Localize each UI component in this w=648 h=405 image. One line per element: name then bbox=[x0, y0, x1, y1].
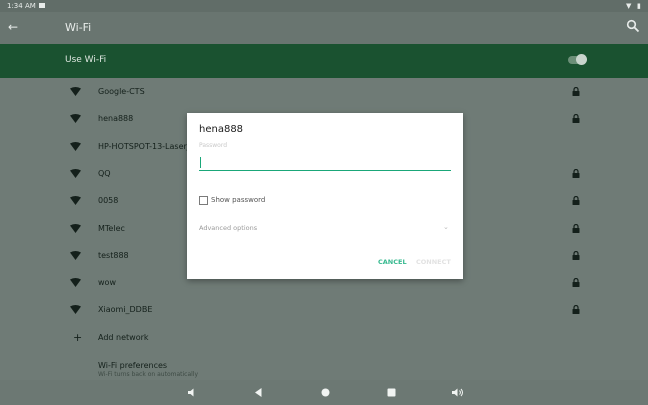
network-ssid: HP-HOTSPOT-13-LaserJet bbox=[98, 141, 198, 151]
add-network-row[interactable]: + Add network bbox=[0, 325, 648, 352]
lock-icon bbox=[572, 196, 580, 206]
wifi-signal-icon bbox=[70, 87, 81, 96]
battery-icon: ▮ bbox=[637, 2, 641, 10]
wifi-signal-icon bbox=[70, 278, 81, 288]
password-input[interactable] bbox=[199, 156, 451, 171]
wifi-signal-icon bbox=[70, 223, 81, 233]
chevron-down-icon[interactable]: ⌄ bbox=[443, 223, 449, 231]
dialog-title: hena888 bbox=[199, 124, 244, 135]
password-hint: Password bbox=[199, 142, 228, 149]
wifi-signal-icon: ▼ bbox=[626, 2, 632, 10]
network-row[interactable]: Xiaomi_DDBE bbox=[0, 297, 648, 324]
lock-icon bbox=[572, 305, 580, 315]
lock-icon bbox=[572, 250, 580, 260]
wifi-signal-icon bbox=[70, 114, 81, 124]
advanced-options[interactable]: Advanced options bbox=[199, 224, 257, 232]
network-ssid: 0058 bbox=[98, 196, 119, 206]
navigation-bar bbox=[0, 380, 648, 405]
page-title: Wi-Fi bbox=[65, 21, 92, 34]
wifi-signal-icon bbox=[70, 305, 81, 315]
network-ssid: hena888 bbox=[98, 114, 134, 124]
network-ssid: Google-CTS bbox=[98, 87, 145, 96]
use-wifi-row[interactable]: Use Wi-Fi bbox=[0, 44, 648, 78]
status-bar: 1:34 AM ▼ ▮ bbox=[0, 0, 648, 12]
text-cursor bbox=[200, 157, 201, 168]
network-ssid: Xiaomi_DDBE bbox=[98, 305, 153, 315]
wifi-password-dialog: hena888 Password Show password Advanced … bbox=[187, 113, 463, 279]
search-icon[interactable] bbox=[626, 19, 640, 33]
network-ssid: test888 bbox=[98, 250, 129, 260]
wifi-signal-icon bbox=[70, 168, 81, 178]
lock-icon bbox=[572, 168, 580, 178]
add-network-label: Add network bbox=[98, 333, 149, 342]
show-password-label[interactable]: Show password bbox=[211, 196, 265, 204]
recents-nav-icon[interactable] bbox=[385, 386, 398, 399]
wifi-preferences-subtitle: Wi-Fi turns back on automatically bbox=[98, 371, 199, 378]
connect-button[interactable]: CONNECT bbox=[416, 258, 451, 266]
lock-icon bbox=[572, 87, 580, 96]
back-arrow-icon[interactable]: ← bbox=[8, 20, 18, 34]
plus-icon: + bbox=[73, 331, 83, 344]
back-nav-icon[interactable] bbox=[252, 386, 265, 399]
notification-icon bbox=[39, 3, 45, 8]
show-password-checkbox[interactable] bbox=[199, 196, 208, 205]
wifi-signal-icon bbox=[70, 250, 81, 260]
lock-icon bbox=[572, 278, 580, 288]
home-nav-icon[interactable] bbox=[319, 386, 332, 399]
lock-icon bbox=[572, 223, 580, 233]
wifi-preferences[interactable]: Wi-Fi preferences Wi-Fi turns back on au… bbox=[98, 361, 198, 378]
network-ssid: MTelec bbox=[98, 223, 125, 233]
cancel-button[interactable]: CANCEL bbox=[378, 258, 407, 266]
use-wifi-label: Use Wi-Fi bbox=[65, 55, 107, 65]
app-bar: ← Wi-Fi bbox=[0, 12, 648, 44]
volume-down-icon[interactable] bbox=[186, 386, 199, 399]
lock-icon bbox=[572, 114, 580, 124]
wifi-toggle[interactable] bbox=[568, 54, 587, 65]
wifi-preferences-title: Wi-Fi preferences bbox=[98, 361, 168, 370]
volume-up-icon[interactable] bbox=[451, 386, 464, 399]
network-ssid: wow bbox=[98, 278, 116, 288]
status-time: 1:34 AM bbox=[7, 2, 36, 10]
network-row[interactable]: Google-CTS bbox=[0, 79, 648, 106]
wifi-signal-icon bbox=[70, 196, 81, 206]
wifi-signal-icon bbox=[70, 141, 81, 151]
network-ssid: QQ bbox=[98, 168, 111, 178]
